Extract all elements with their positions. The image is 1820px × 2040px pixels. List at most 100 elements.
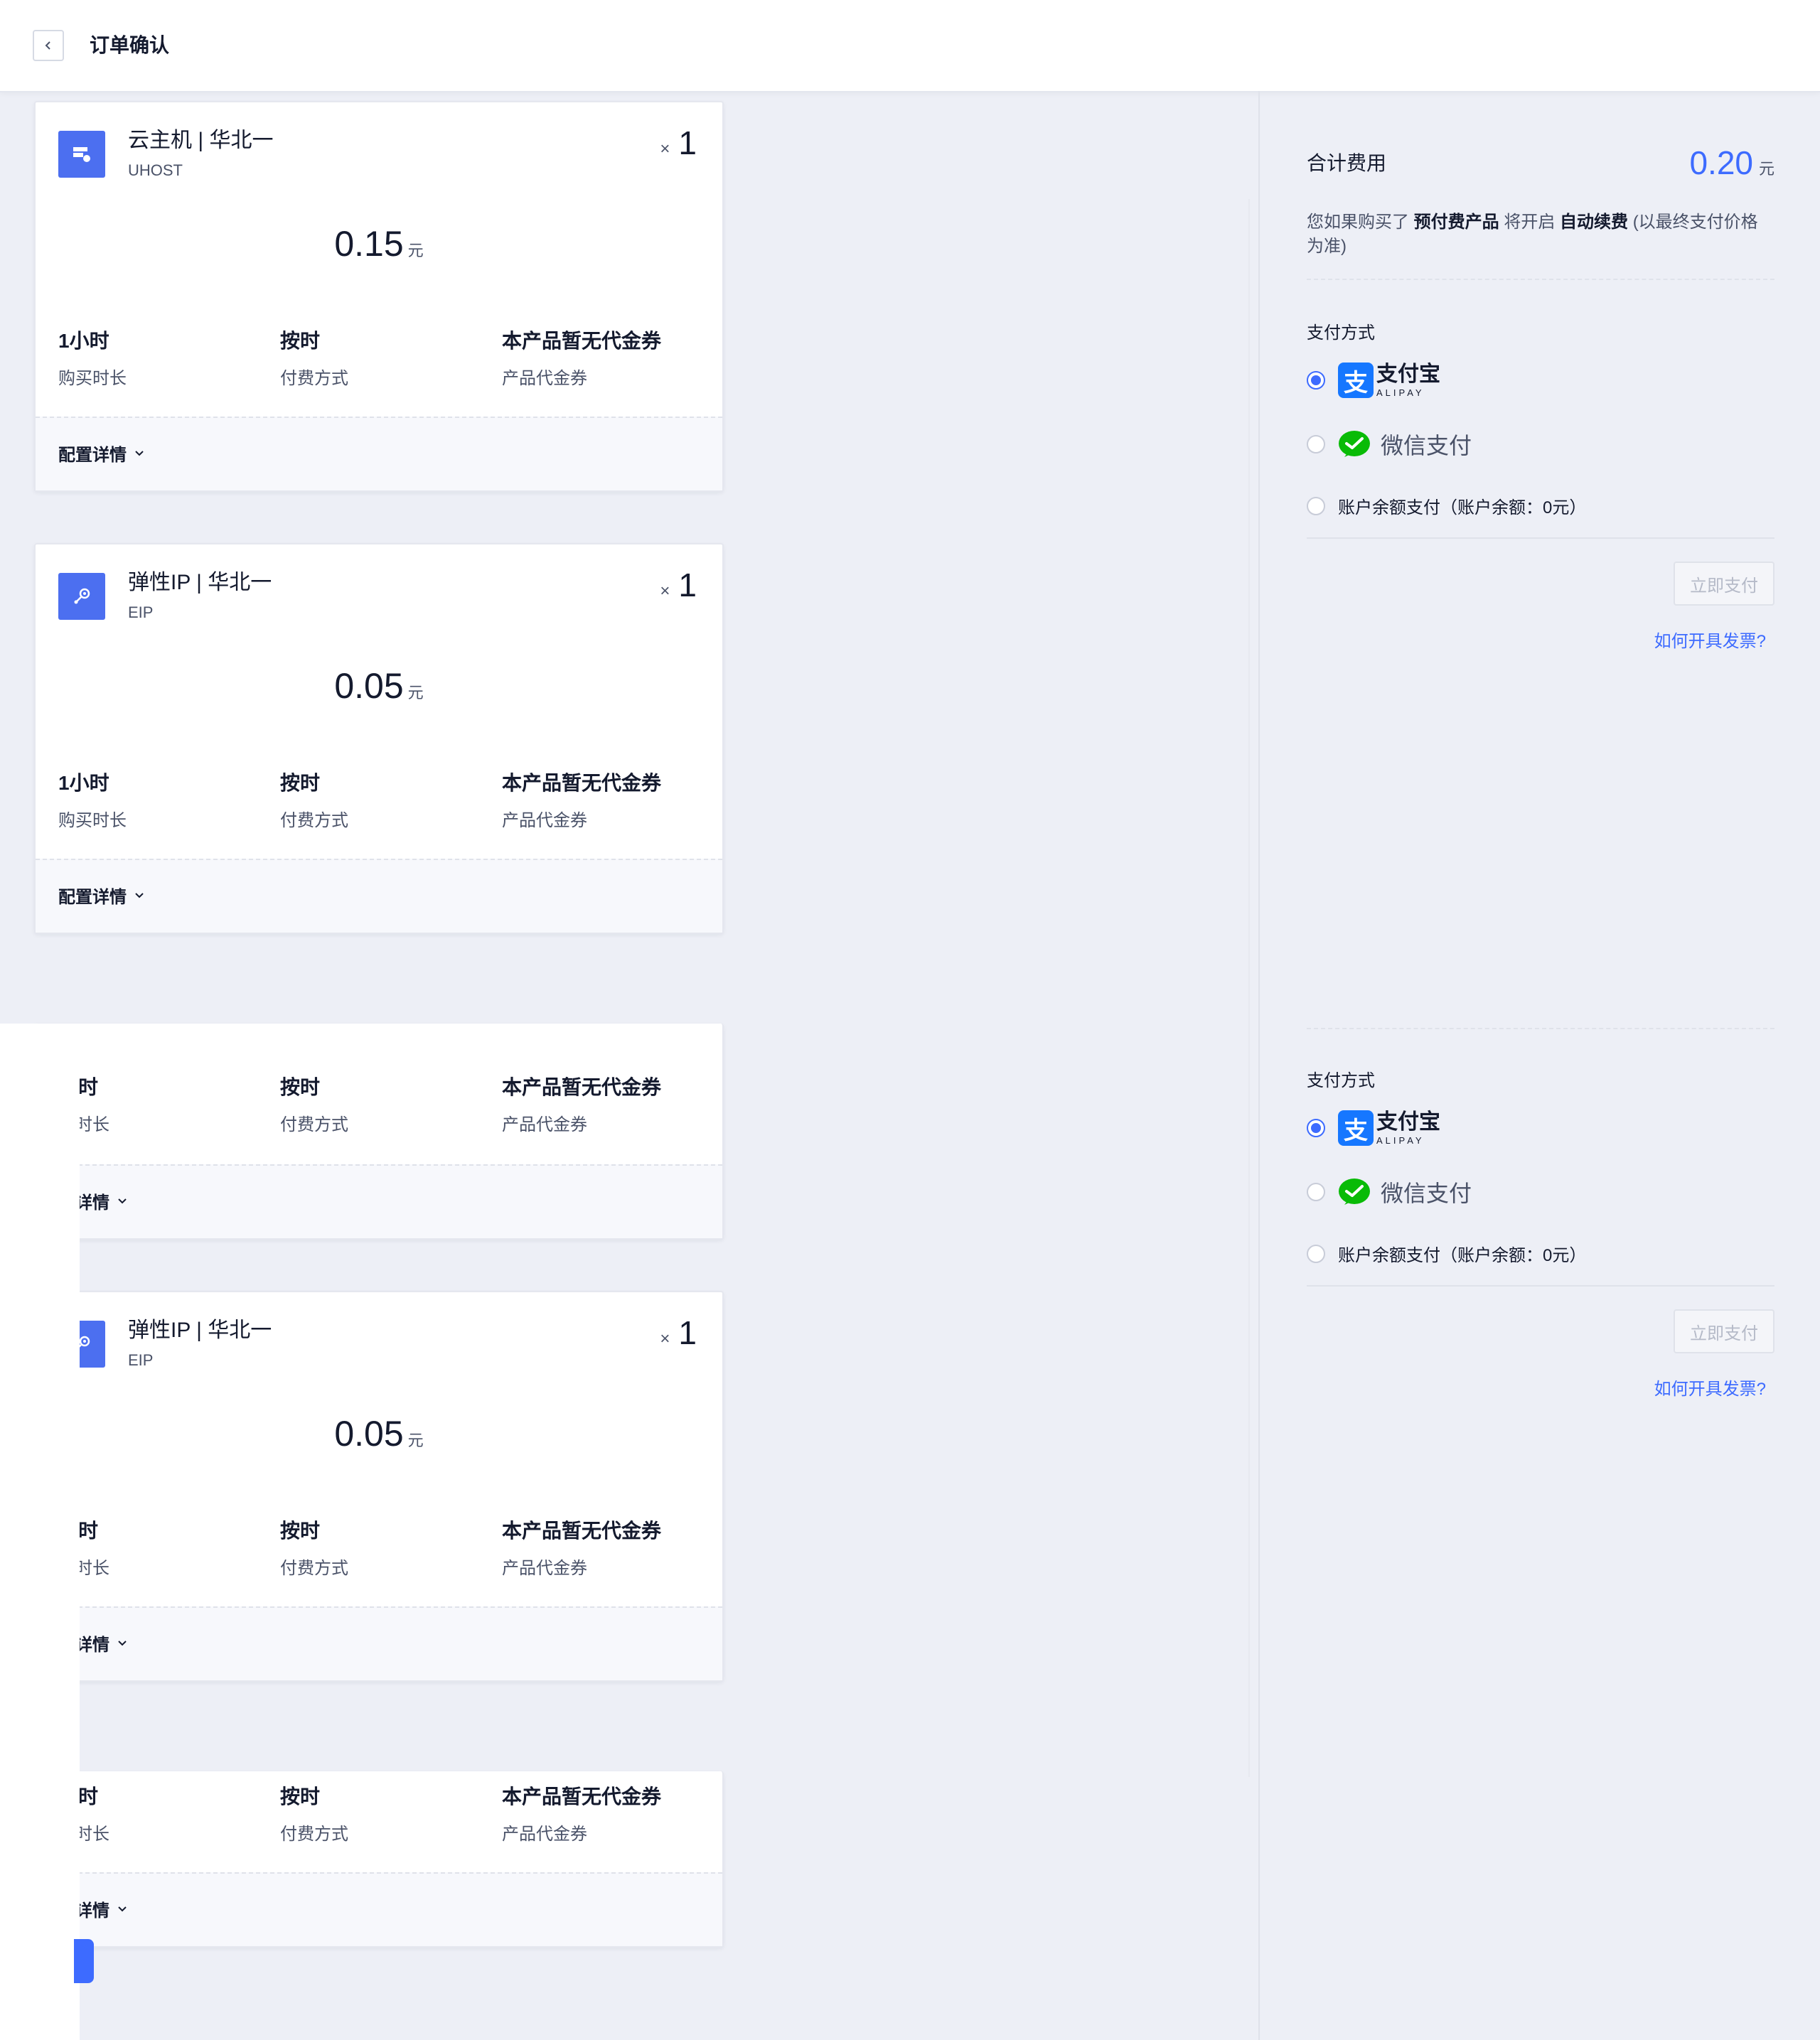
radio-unselected[interactable] <box>1307 1244 1325 1263</box>
order-card-eip-2: 弹性IP | 华北一 EIP × 1 0.05元 小时 买时长 按时 付费方式 … <box>34 1291 724 1682</box>
coupon-label: 产品代金券 <box>502 1115 587 1134</box>
meta-billing: 按时 付费方式 <box>280 328 348 390</box>
chevron-left-icon <box>45 41 50 50</box>
meta-coupon: 本产品暂无代金券 产品代金券 <box>502 771 661 832</box>
alipay-en: ALIPAY <box>1376 1134 1425 1146</box>
duration-value: 1小时 <box>58 330 109 352</box>
wechat-icon <box>1339 1179 1370 1205</box>
pay-now-button[interactable]: 立即支付 <box>1674 1309 1774 1353</box>
left-overlay-strip <box>0 1024 80 2040</box>
billing-value: 按时 <box>280 1786 321 1808</box>
alipay-en: ALIPAY <box>1376 387 1425 398</box>
billing-value: 按时 <box>280 772 321 794</box>
quantity-value: 1 <box>678 124 697 161</box>
notice-bold-prepaid: 预付费产品 <box>1413 213 1499 232</box>
radio-unselected[interactable] <box>1307 1183 1325 1201</box>
radio-selected[interactable] <box>1307 371 1325 390</box>
meta-row: 小时 买时长 按时 付费方式 本产品暂无代金券 产品代金券 <box>58 1075 698 1139</box>
alipay-cn: 支付宝 <box>1376 362 1440 386</box>
duration-label: 购买时长 <box>58 369 127 388</box>
order-card-partial-2: 小时 买时长 按时 付费方式 本产品暂无代金券 产品代金券 置详情 <box>34 1771 724 1948</box>
chevron-down-icon <box>135 892 144 898</box>
coupon-value: 本产品暂无代金券 <box>502 330 662 352</box>
coupon-value: 本产品暂无代金券 <box>502 1076 662 1098</box>
meta-billing: 按时 付费方式 <box>280 771 348 832</box>
payment-option-balance[interactable]: 账户余额支付（账户余额：0元） <box>1307 493 1586 518</box>
config-details-toggle[interactable]: 配置详情 <box>58 441 145 466</box>
wechat-label: 微信支付 <box>1381 433 1472 458</box>
auto-renew-notice: 您如果购买了 预付费产品 将开启 自动续费 (以最终支付价格为准) <box>1307 210 1774 259</box>
notice-text: 将开启 <box>1504 213 1556 232</box>
config-details-label: 配置详情 <box>58 446 127 465</box>
order-card-eip: 弹性IP | 华北一 EIP × 1 0.05 元 1小时 购买时长 按时 付费方… <box>34 543 724 934</box>
meta-billing: 按时 付费方式 <box>280 1075 348 1136</box>
times-sign: × <box>660 1329 670 1348</box>
quantity: × 1 <box>660 1314 697 1352</box>
radio-unselected[interactable] <box>1307 496 1325 515</box>
duration-label: 购买时长 <box>58 811 127 830</box>
alipay-cn: 支付宝 <box>1376 1110 1440 1134</box>
invoice-help-link[interactable]: 如何开具发票? <box>1654 1375 1766 1400</box>
total-value: 0.20 <box>1689 144 1753 181</box>
quantity: × 1 <box>660 124 697 162</box>
meta-billing: 按时 付费方式 <box>280 1784 348 1845</box>
chevron-down-icon <box>118 1198 127 1203</box>
card-footer: 置详情 <box>36 1606 722 1680</box>
wechat-logo: 微信支付 <box>1338 1176 1472 1208</box>
coupon-value: 本产品暂无代金券 <box>502 1520 662 1542</box>
price: 0.05 元 <box>36 1413 722 1454</box>
payment-option-balance[interactable]: 账户余额支付（账户余额：0元） <box>1307 1241 1586 1266</box>
product-name: 弹性IP | 华北一 <box>128 571 272 594</box>
times-sign: × <box>660 581 670 601</box>
alipay-icon: 支 <box>1338 1110 1374 1146</box>
card-footer: 置详情 <box>36 1872 722 1946</box>
back-button[interactable] <box>33 30 64 61</box>
billing-label: 付费方式 <box>280 811 348 830</box>
config-details-toggle[interactable]: 配置详情 <box>58 883 145 908</box>
coupon-label: 产品代金券 <box>502 1825 587 1844</box>
payment-option-wechat[interactable]: 微信支付 <box>1307 1176 1472 1208</box>
coupon-label: 产品代金券 <box>502 369 587 388</box>
card-footer: 置详情 <box>36 1164 722 1238</box>
product-name: 云主机 | 华北一 <box>128 129 274 152</box>
meta-row: 1小时 购买时长 按时 付费方式 本产品暂无代金券 产品代金券 <box>58 771 698 834</box>
radio-selected[interactable] <box>1307 1119 1325 1137</box>
dashed-divider <box>1307 1028 1774 1029</box>
wechat-logo: 微信支付 <box>1338 428 1472 461</box>
payment-option-alipay[interactable]: 支 支付宝 ALIPAY <box>1307 363 1440 398</box>
product-code: UHOST <box>128 161 183 179</box>
column-divider-inner <box>1248 199 1250 1777</box>
coupon-value: 本产品暂无代金券 <box>502 772 662 794</box>
meta-row: 1小时 购买时长 按时 付费方式 本产品暂无代金券 产品代金券 <box>58 328 698 392</box>
meta-coupon: 本产品暂无代金券 产品代金券 <box>502 328 661 390</box>
coupon-label: 产品代金券 <box>502 811 587 830</box>
meta-coupon: 本产品暂无代金券 产品代金券 <box>502 1518 661 1579</box>
meta-coupon: 本产品暂无代金券 产品代金券 <box>502 1784 661 1845</box>
meta-coupon: 本产品暂无代金券 产品代金券 <box>502 1075 661 1136</box>
price-value: 0.05 <box>334 1414 404 1454</box>
chevron-down-icon <box>118 1640 127 1646</box>
server-icon <box>58 131 105 178</box>
radio-unselected[interactable] <box>1307 435 1325 453</box>
divider <box>1307 537 1774 539</box>
quantity-value: 1 <box>678 567 697 603</box>
product-code: EIP <box>128 603 154 621</box>
alipay-wordmark: 支付宝 ALIPAY <box>1376 362 1440 398</box>
payment-method-title: 支付方式 <box>1307 323 1375 343</box>
product-code: EIP <box>128 1351 154 1369</box>
meta-duration: 1小时 购买时长 <box>58 771 127 832</box>
billing-label: 付费方式 <box>280 1115 348 1134</box>
price-value: 0.05 <box>334 666 404 706</box>
duration-value: 1小时 <box>58 772 109 794</box>
pay-now-button[interactable]: 立即支付 <box>1674 562 1774 606</box>
invoice-help-link[interactable]: 如何开具发票? <box>1654 627 1766 652</box>
payment-option-alipay[interactable]: 支 支付宝 ALIPAY <box>1307 1110 1440 1146</box>
total-unit: 元 <box>1758 160 1774 178</box>
payment-option-wechat[interactable]: 微信支付 <box>1307 428 1472 461</box>
meta-row: 小时 买时长 按时 付费方式 本产品暂无代金券 产品代金券 <box>58 1518 698 1582</box>
floating-tab[interactable] <box>74 1939 94 1983</box>
billing-label: 付费方式 <box>280 1559 348 1578</box>
price-value: 0.15 <box>334 224 404 264</box>
page-title: 订单确认 <box>90 34 170 56</box>
notice-bold-autorenew: 自动续费 <box>1560 213 1629 232</box>
